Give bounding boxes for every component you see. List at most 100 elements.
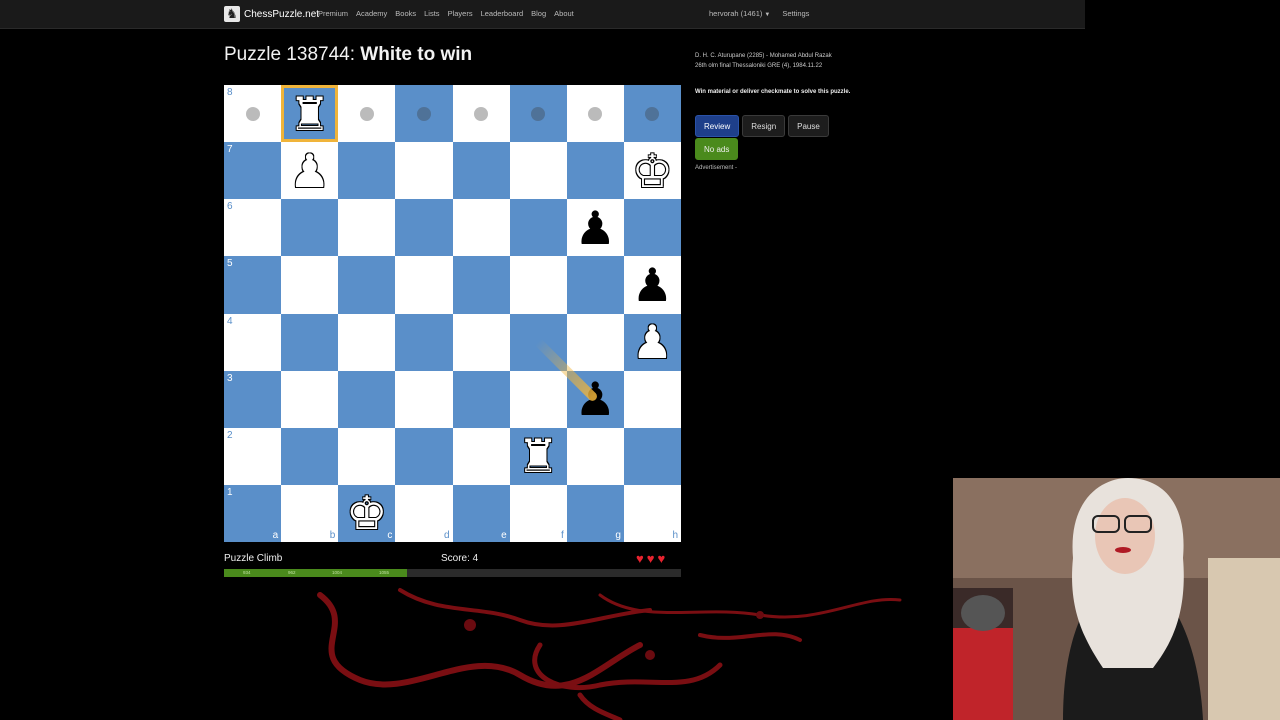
square-d3[interactable] <box>395 370 453 428</box>
move-hint-dot[interactable] <box>245 106 260 121</box>
square-b2[interactable] <box>281 427 339 485</box>
square-h3[interactable] <box>623 370 681 428</box>
square-f6[interactable] <box>509 199 567 257</box>
square-g4[interactable] <box>566 313 624 371</box>
square-a1[interactable]: 1a <box>224 484 282 542</box>
square-d8[interactable] <box>395 85 453 143</box>
square-e3[interactable] <box>452 370 510 428</box>
square-e2[interactable] <box>452 427 510 485</box>
square-f4[interactable] <box>509 313 567 371</box>
square-g7[interactable] <box>566 142 624 200</box>
square-g5[interactable] <box>566 256 624 314</box>
square-h4[interactable]: ♟ <box>623 313 681 371</box>
square-a5[interactable]: 5 <box>224 256 282 314</box>
square-c2[interactable] <box>338 427 396 485</box>
move-hint-dot[interactable] <box>588 106 603 121</box>
heart-icon: ♥ <box>657 551 666 566</box>
square-b8[interactable]: ♜ <box>281 85 339 143</box>
move-hint-dot[interactable] <box>416 106 431 121</box>
nav-link-settings[interactable]: Settings <box>782 9 809 18</box>
square-f3[interactable] <box>509 370 567 428</box>
white-king-icon[interactable]: ♚ <box>624 142 681 199</box>
square-a4[interactable]: 4 <box>224 313 282 371</box>
square-a8[interactable]: 8 <box>224 85 282 143</box>
square-a7[interactable]: 7 <box>224 142 282 200</box>
square-g2[interactable] <box>566 427 624 485</box>
square-b6[interactable] <box>281 199 339 257</box>
square-c4[interactable] <box>338 313 396 371</box>
nav-link-players[interactable]: Players <box>448 9 473 18</box>
square-h2[interactable] <box>623 427 681 485</box>
square-c5[interactable] <box>338 256 396 314</box>
resign-button[interactable]: Resign <box>742 115 786 137</box>
white-rook-icon[interactable]: ♜ <box>281 85 338 142</box>
square-b7[interactable]: ♟ <box>281 142 339 200</box>
square-e5[interactable] <box>452 256 510 314</box>
file-label: f <box>560 530 564 541</box>
chess-board[interactable]: 8 ♜ 7 ♟ ♚ 6 ♟ 5 ♟ 4 ♟ 3 ♟ 2 ♜ 1 a b c ♚ d e f g h <box>224 85 681 542</box>
square-e7[interactable] <box>452 142 510 200</box>
square-h1[interactable]: h <box>623 484 681 542</box>
white-king-icon[interactable]: ♚ <box>338 485 395 542</box>
square-h7[interactable]: ♚ <box>623 142 681 200</box>
white-rook-icon[interactable]: ♜ <box>510 428 567 485</box>
square-b3[interactable] <box>281 370 339 428</box>
white-pawn-icon[interactable]: ♟ <box>624 314 681 371</box>
square-f5[interactable] <box>509 256 567 314</box>
user-menu-label: hervorah (1461) <box>709 9 763 18</box>
pause-button[interactable]: Pause <box>788 115 829 137</box>
move-hint-dot[interactable] <box>474 106 488 121</box>
move-hint-dot[interactable] <box>645 106 660 121</box>
square-g1[interactable]: g <box>566 484 624 542</box>
square-g3[interactable]: ♟ <box>566 370 624 428</box>
square-e4[interactable] <box>452 313 510 371</box>
square-d7[interactable] <box>395 142 453 200</box>
square-h6[interactable] <box>623 199 681 257</box>
nav-link-leaderboard[interactable]: Leaderboard <box>481 9 524 18</box>
square-b4[interactable] <box>281 313 339 371</box>
brand-link[interactable]: ♞ ChessPuzzle.net <box>224 5 319 23</box>
square-f8[interactable] <box>509 85 567 143</box>
move-hint-dot[interactable] <box>359 106 374 121</box>
square-c8[interactable] <box>338 85 396 143</box>
square-c3[interactable] <box>338 370 396 428</box>
square-g6[interactable]: ♟ <box>566 199 624 257</box>
user-menu[interactable]: hervorah (1461) ▼ <box>709 9 770 18</box>
square-c6[interactable] <box>338 199 396 257</box>
nav-link-about[interactable]: About <box>554 9 574 18</box>
square-d5[interactable] <box>395 256 453 314</box>
nav-link-premium[interactable]: Premium <box>318 9 348 18</box>
square-b5[interactable] <box>281 256 339 314</box>
square-h5[interactable]: ♟ <box>623 256 681 314</box>
square-d1[interactable]: d <box>395 484 453 542</box>
square-a2[interactable]: 2 <box>224 427 282 485</box>
nav-link-blog[interactable]: Blog <box>531 9 546 18</box>
puzzle-instructions: Win material or deliver checkmate to sol… <box>695 89 851 95</box>
white-pawn-icon[interactable]: ♟ <box>281 142 338 199</box>
square-e6[interactable] <box>452 199 510 257</box>
square-c1[interactable]: c ♚ <box>338 484 396 542</box>
square-c7[interactable] <box>338 142 396 200</box>
square-d6[interactable] <box>395 199 453 257</box>
square-b1[interactable]: b <box>281 484 339 542</box>
black-pawn-icon[interactable]: ♟ <box>567 199 624 256</box>
black-pawn-icon[interactable]: ♟ <box>567 371 624 428</box>
square-f2[interactable]: ♜ <box>509 427 567 485</box>
square-a6[interactable]: 6 <box>224 199 282 257</box>
square-g8[interactable] <box>566 85 624 143</box>
square-f7[interactable] <box>509 142 567 200</box>
square-a3[interactable]: 3 <box>224 370 282 428</box>
move-hint-dot[interactable] <box>531 106 546 121</box>
nav-link-lists[interactable]: Lists <box>424 9 439 18</box>
square-e8[interactable] <box>452 85 510 143</box>
square-e1[interactable]: e <box>452 484 510 542</box>
square-f1[interactable]: f <box>509 484 567 542</box>
nav-link-academy[interactable]: Academy <box>356 9 387 18</box>
review-button[interactable]: Review <box>695 115 740 137</box>
black-pawn-icon[interactable]: ♟ <box>624 256 681 313</box>
square-d2[interactable] <box>395 427 453 485</box>
square-d4[interactable] <box>395 313 453 371</box>
nav-link-books[interactable]: Books <box>395 9 416 18</box>
no-ads-button[interactable]: No ads <box>695 138 739 160</box>
square-h8[interactable] <box>623 85 681 143</box>
